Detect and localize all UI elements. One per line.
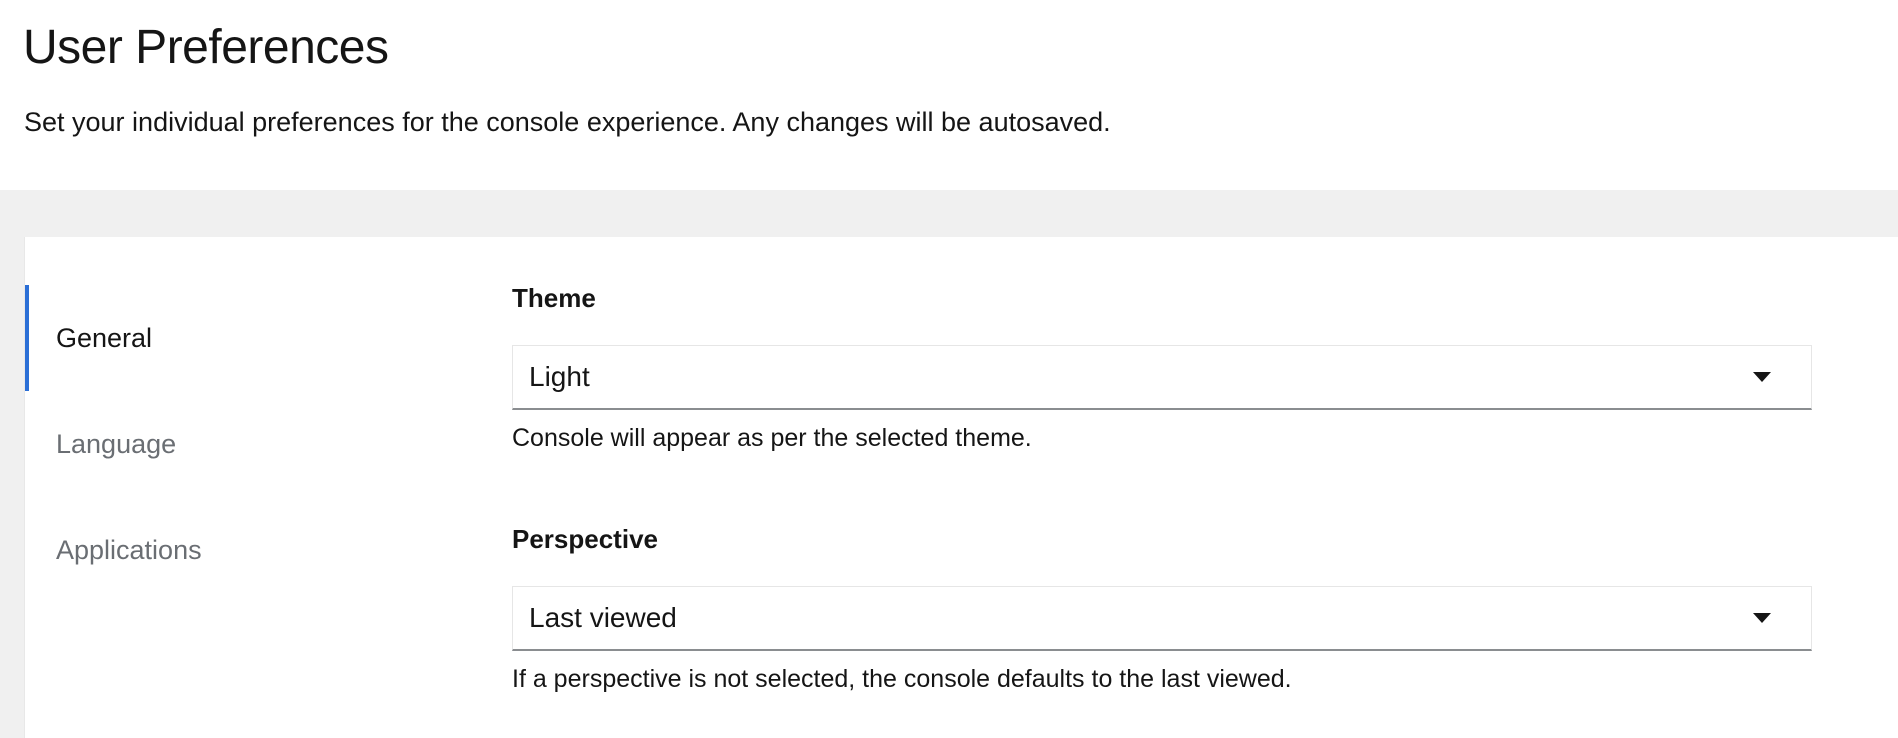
theme-select[interactable]: Light <box>512 345 1812 410</box>
page-title: User Preferences <box>23 21 389 74</box>
tab-general[interactable]: General <box>24 285 464 391</box>
tab-applications-label: Applications <box>56 534 202 565</box>
page-body: General Language Applications Theme Ligh… <box>0 190 1898 738</box>
theme-select-value: Light <box>529 361 590 392</box>
caret-down-icon <box>1753 613 1771 623</box>
preferences-card: General Language Applications Theme Ligh… <box>24 237 1898 738</box>
caret-down-icon <box>1753 372 1771 382</box>
perspective-label: Perspective <box>512 524 658 554</box>
vertical-tabs: General Language Applications <box>24 285 464 603</box>
perspective-helper-text: If a perspective is not selected, the co… <box>512 665 1292 693</box>
tab-language-label: Language <box>56 428 177 459</box>
card-left-border <box>24 237 25 738</box>
theme-label: Theme <box>512 283 596 313</box>
theme-helper-text: Console will appear as per the selected … <box>512 424 1032 452</box>
theme-field-group: Theme Light Console will appear as per t… <box>512 281 1812 454</box>
page-header: User Preferences Set your individual pre… <box>0 0 1898 190</box>
tab-applications[interactable]: Applications <box>24 497 464 603</box>
general-form: Theme Light Console will appear as per t… <box>512 281 1812 695</box>
tab-language[interactable]: Language <box>24 391 464 497</box>
perspective-select[interactable]: Last viewed <box>512 586 1812 651</box>
tab-general-label: General <box>56 322 153 353</box>
page-description: Set your individual preferences for the … <box>24 107 1111 137</box>
perspective-field-group: Perspective Last viewed If a perspective… <box>512 522 1812 695</box>
perspective-select-value: Last viewed <box>529 602 677 633</box>
